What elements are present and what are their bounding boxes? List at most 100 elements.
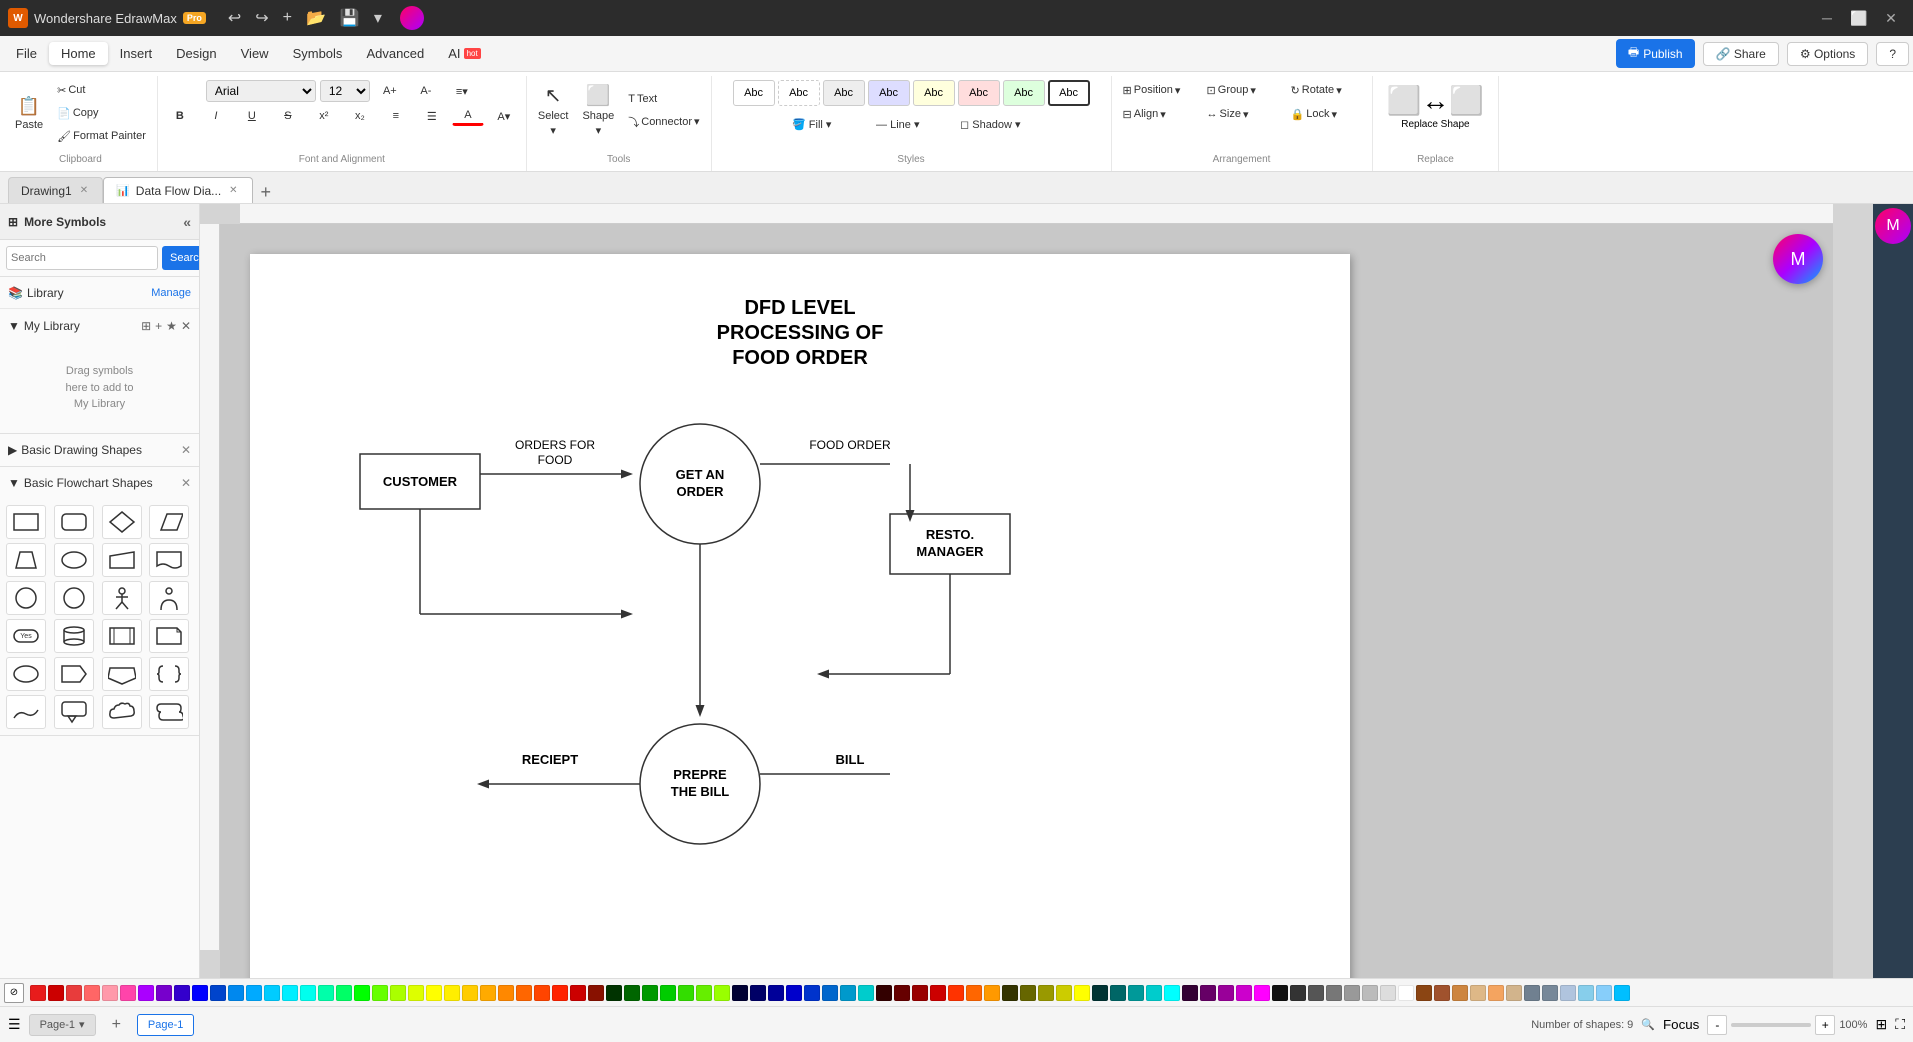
color-swatch[interactable]: [516, 985, 532, 1001]
color-swatch[interactable]: [462, 985, 478, 1001]
color-swatch[interactable]: [1074, 985, 1090, 1001]
color-swatch[interactable]: [714, 985, 730, 1001]
new-button[interactable]: +: [279, 7, 296, 29]
color-swatch[interactable]: [1002, 985, 1018, 1001]
menu-design[interactable]: Design: [164, 42, 228, 65]
color-swatch[interactable]: [1056, 985, 1072, 1001]
lock-button[interactable]: 🔒 Lock ▾: [1286, 104, 1366, 124]
menu-symbols[interactable]: Symbols: [281, 42, 355, 65]
rotate-button[interactable]: ↻ Rotate ▾: [1286, 80, 1366, 100]
color-swatch[interactable]: [84, 985, 100, 1001]
style-btn-3[interactable]: Abc: [823, 80, 865, 106]
color-swatch[interactable]: [1398, 985, 1414, 1001]
shape-manual-input[interactable]: [102, 543, 142, 577]
color-swatch[interactable]: [732, 985, 748, 1001]
zoom-in-button[interactable]: +: [1815, 1015, 1835, 1035]
replace-shape-button[interactable]: ⬜↔⬜ Replace Shape: [1379, 80, 1493, 135]
star-icon[interactable]: ★: [166, 319, 177, 333]
shape-wave[interactable]: [6, 695, 46, 729]
style-btn-5[interactable]: Abc: [913, 80, 955, 106]
color-swatch[interactable]: [1164, 985, 1180, 1001]
shape-chevron[interactable]: [54, 657, 94, 691]
more-button[interactable]: ▾: [370, 6, 386, 30]
list2-button[interactable]: ☰: [416, 107, 448, 126]
help-button[interactable]: ?: [1876, 42, 1909, 66]
shape-trapezoid[interactable]: [6, 543, 46, 577]
publish-button[interactable]: 🖶 Publish: [1616, 39, 1695, 68]
font-decrease-button[interactable]: A-: [410, 82, 442, 100]
select-button[interactable]: ↖ Select ▾: [533, 80, 574, 140]
add-page-button[interactable]: +: [104, 1016, 129, 1034]
text-button[interactable]: T Text: [623, 89, 704, 109]
color-swatch[interactable]: [1344, 985, 1360, 1001]
bold-button[interactable]: B: [164, 107, 196, 125]
cut-button[interactable]: ✂ Cut: [52, 80, 151, 100]
font-size-select[interactable]: 12: [320, 80, 370, 102]
color-swatch[interactable]: [102, 985, 118, 1001]
color-swatch[interactable]: [1542, 985, 1558, 1001]
color-swatch[interactable]: [1128, 985, 1144, 1001]
tab-dataflow-close[interactable]: ✕: [227, 184, 239, 197]
no-fill-button[interactable]: ⊘: [4, 983, 24, 1003]
shape-rounded-rect[interactable]: [54, 505, 94, 539]
shape-diamond[interactable]: [102, 505, 142, 539]
color-swatch[interactable]: [120, 985, 136, 1001]
color-swatch[interactable]: [1434, 985, 1450, 1001]
color-swatch[interactable]: [624, 985, 640, 1001]
subscript-button[interactable]: x₂: [344, 107, 376, 125]
color-swatch[interactable]: [534, 985, 550, 1001]
color-swatch[interactable]: [1416, 985, 1432, 1001]
shape-ellipse2[interactable]: [6, 657, 46, 691]
shape-rectangle[interactable]: [6, 505, 46, 539]
color-swatch[interactable]: [606, 985, 622, 1001]
color-swatch[interactable]: [750, 985, 766, 1001]
color-swatch[interactable]: [966, 985, 982, 1001]
color-swatch[interactable]: [804, 985, 820, 1001]
color-swatch[interactable]: [1272, 985, 1288, 1001]
color-swatch[interactable]: [66, 985, 82, 1001]
font-increase-button[interactable]: A+: [374, 82, 406, 100]
line-button[interactable]: — Line ▾: [871, 114, 951, 134]
shape-scroll[interactable]: [149, 695, 189, 729]
shape-person[interactable]: [102, 581, 142, 615]
shape-document[interactable]: [149, 543, 189, 577]
collapse-button[interactable]: «: [183, 214, 191, 230]
expand-icon[interactable]: ⊞: [141, 319, 151, 333]
shape-parallelogram[interactable]: [149, 505, 189, 539]
shape-button[interactable]: ⬜ Shape ▾: [577, 80, 619, 140]
restore-button[interactable]: ⬜: [1845, 7, 1873, 29]
shape-cloud[interactable]: [102, 695, 142, 729]
color-swatch[interactable]: [1614, 985, 1630, 1001]
highlight-button[interactable]: A▾: [488, 107, 520, 126]
menu-advanced[interactable]: Advanced: [354, 42, 436, 65]
color-swatch[interactable]: [264, 985, 280, 1001]
color-swatch[interactable]: [930, 985, 946, 1001]
shape-rect2[interactable]: [102, 619, 142, 653]
color-swatch[interactable]: [1506, 985, 1522, 1001]
color-swatch[interactable]: [354, 985, 370, 1001]
underline-button[interactable]: U: [236, 107, 268, 125]
minimize-button[interactable]: ─: [1813, 7, 1841, 29]
shadow-button[interactable]: ◻ Shadow ▾: [955, 114, 1035, 134]
italic-button[interactable]: I: [200, 107, 232, 125]
my-library-header[interactable]: ▼ My Library ⊞ + ★ ✕: [0, 309, 199, 343]
color-swatch[interactable]: [1596, 985, 1612, 1001]
color-swatch[interactable]: [678, 985, 694, 1001]
color-swatch[interactable]: [336, 985, 352, 1001]
basic-flowchart-close[interactable]: ✕: [181, 476, 191, 490]
fullscreen-button[interactable]: ⛶: [1895, 1016, 1905, 1033]
color-swatch[interactable]: [30, 985, 46, 1001]
menu-view[interactable]: View: [229, 42, 281, 65]
canvas-area[interactable]: /* ruler ticks */ DFD LEVEL PROCESSING O…: [200, 204, 1873, 978]
page-1-tab[interactable]: Page-1 ▾: [29, 1014, 96, 1036]
options-button[interactable]: ⚙ Options: [1787, 42, 1868, 66]
shape-yes[interactable]: Yes: [6, 619, 46, 653]
basic-drawing-close[interactable]: ✕: [181, 443, 191, 457]
color-swatch[interactable]: [1524, 985, 1540, 1001]
superscript-button[interactable]: x²: [308, 107, 340, 125]
open-button[interactable]: 📂: [302, 6, 330, 30]
color-swatch[interactable]: [138, 985, 154, 1001]
shape-cylinder[interactable]: [54, 619, 94, 653]
color-swatch[interactable]: [192, 985, 208, 1001]
color-swatch[interactable]: [174, 985, 190, 1001]
